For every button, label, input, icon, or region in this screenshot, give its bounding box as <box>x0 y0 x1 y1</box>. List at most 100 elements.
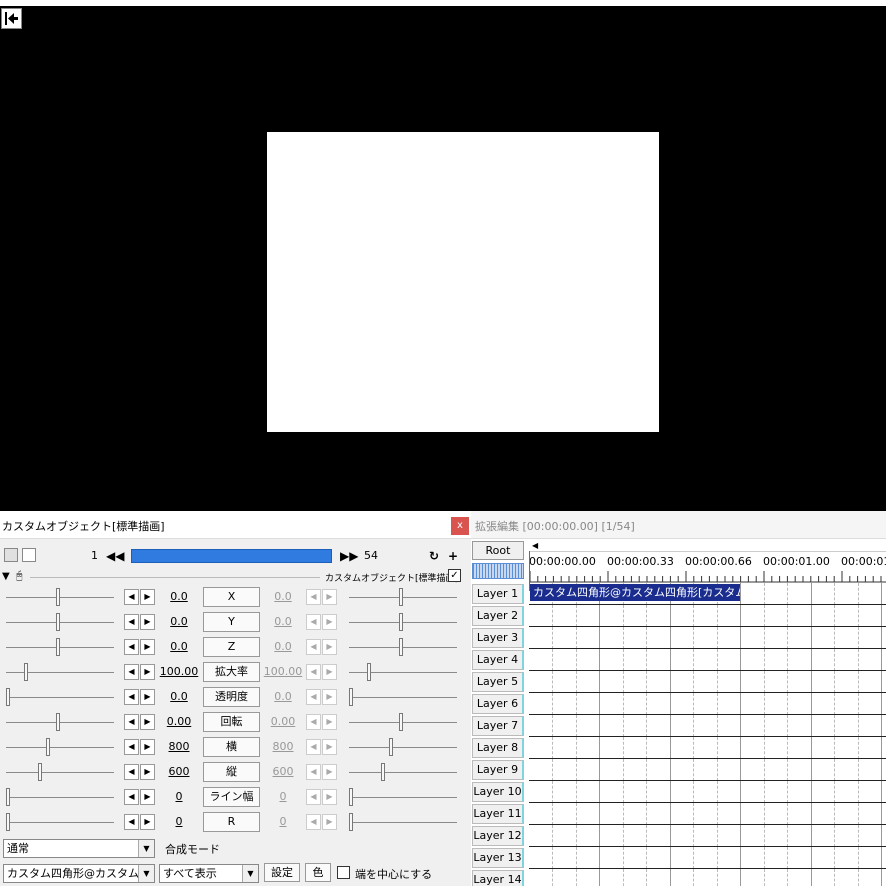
time-ruler[interactable] <box>529 571 886 583</box>
layer-label[interactable]: Layer 5 <box>472 672 524 692</box>
param-value-end[interactable]: 0.0 <box>261 590 305 603</box>
param-slider-right[interactable] <box>349 738 457 756</box>
layer-label[interactable]: Layer 14 <box>472 870 524 886</box>
slider-knob[interactable] <box>349 813 353 831</box>
param-name-button[interactable]: X <box>203 587 260 607</box>
layer-label[interactable]: Layer 6 <box>472 694 524 714</box>
timeline-clip[interactable]: カスタム四角形@カスタム四角形[カスタムオブ <box>530 584 740 601</box>
param-name-button[interactable]: ライン幅 <box>203 787 260 807</box>
layer-row[interactable]: Layer 10 <box>471 781 886 803</box>
layer-row[interactable]: Layer 13 <box>471 847 886 869</box>
increment-icon[interactable]: ▶ <box>140 764 155 780</box>
param-value-start[interactable]: 0 <box>157 790 201 803</box>
filter-icon[interactable] <box>4 548 18 562</box>
decrement-icon[interactable]: ◀ <box>124 814 139 830</box>
layer-row[interactable]: Layer 3 <box>471 627 886 649</box>
fast-forward-icon[interactable]: ▶▶ <box>340 548 358 564</box>
param-slider-left[interactable] <box>6 788 114 806</box>
decrement-icon[interactable]: ◀ <box>124 764 139 780</box>
layer-label[interactable]: Layer 2 <box>472 606 524 626</box>
param-value-end[interactable]: 800 <box>261 740 305 753</box>
decrement-icon[interactable]: ◀ <box>124 589 139 605</box>
layer-row[interactable]: Layer 11 <box>471 803 886 825</box>
layer-row[interactable]: Layer 9 <box>471 759 886 781</box>
param-value-start[interactable]: 800 <box>157 740 201 753</box>
param-name-button[interactable]: R <box>203 812 260 832</box>
camera-icon[interactable] <box>22 548 36 562</box>
slider-knob[interactable] <box>399 713 403 731</box>
increment-icon[interactable]: ▶ <box>140 639 155 655</box>
zoom-slider[interactable] <box>472 563 524 579</box>
slider-knob[interactable] <box>46 738 50 756</box>
param-value-start[interactable]: 0.0 <box>157 690 201 703</box>
slider-knob[interactable] <box>349 788 353 806</box>
slider-knob[interactable] <box>381 763 385 781</box>
param-value-end[interactable]: 0.0 <box>261 615 305 628</box>
layer-row[interactable]: Layer 7 <box>471 715 886 737</box>
slider-knob[interactable] <box>399 613 403 631</box>
increment-icon[interactable]: ▶ <box>322 764 337 780</box>
layer-label[interactable]: Layer 13 <box>472 848 524 868</box>
slider-knob[interactable] <box>6 813 10 831</box>
param-value-end[interactable]: 0.00 <box>261 715 305 728</box>
param-name-button[interactable]: 透明度 <box>203 687 260 707</box>
param-slider-left[interactable] <box>6 688 114 706</box>
param-slider-left[interactable] <box>6 813 114 831</box>
layer-label[interactable]: Layer 1 <box>472 584 524 604</box>
decrement-icon[interactable]: ◀ <box>124 614 139 630</box>
decrement-icon[interactable]: ◀ <box>306 739 321 755</box>
layer-row[interactable]: Layer 14 <box>471 869 886 886</box>
param-slider-left[interactable] <box>6 663 114 681</box>
layer-label[interactable]: Layer 9 <box>472 760 524 780</box>
slider-knob[interactable] <box>349 688 353 706</box>
decrement-icon[interactable]: ◀ <box>124 689 139 705</box>
increment-icon[interactable]: ▶ <box>140 589 155 605</box>
layer-label[interactable]: Layer 7 <box>472 716 524 736</box>
increment-icon[interactable]: ▶ <box>322 714 337 730</box>
increment-icon[interactable]: ▶ <box>140 614 155 630</box>
param-slider-left[interactable] <box>6 763 114 781</box>
decrement-icon[interactable]: ◀ <box>306 714 321 730</box>
slider-knob[interactable] <box>399 588 403 606</box>
collapse-icon[interactable]: ▼ <box>2 571 10 582</box>
param-slider-right[interactable] <box>349 613 457 631</box>
layer-label[interactable]: Layer 4 <box>472 650 524 670</box>
decrement-icon[interactable]: ◀ <box>306 639 321 655</box>
close-button[interactable]: x <box>451 517 469 535</box>
param-slider-right[interactable] <box>349 588 457 606</box>
rewind-icon[interactable]: ◀◀ <box>106 548 124 564</box>
color-button[interactable]: 色 <box>305 863 331 882</box>
increment-icon[interactable]: ▶ <box>322 739 337 755</box>
increment-icon[interactable]: ▶ <box>322 589 337 605</box>
decrement-icon[interactable]: ◀ <box>306 789 321 805</box>
decrement-icon[interactable]: ◀ <box>306 814 321 830</box>
param-value-start[interactable]: 0 <box>157 815 201 828</box>
increment-icon[interactable]: ▶ <box>140 664 155 680</box>
root-button[interactable]: Root <box>472 541 524 560</box>
slider-knob[interactable] <box>56 588 60 606</box>
scroll-left-icon[interactable]: ◀ <box>532 541 538 550</box>
layer-row[interactable]: Layer 1 カスタム四角形@カスタム四角形[カスタムオブ <box>471 583 886 605</box>
param-slider-right[interactable] <box>349 713 457 731</box>
param-value-start[interactable]: 600 <box>157 765 201 778</box>
add-icon[interactable]: + <box>445 548 461 564</box>
frame-range-bar[interactable] <box>131 549 332 563</box>
param-slider-right[interactable] <box>349 788 457 806</box>
increment-icon[interactable]: ▶ <box>140 789 155 805</box>
increment-icon[interactable]: ▶ <box>140 689 155 705</box>
slider-knob[interactable] <box>6 788 10 806</box>
slider-knob[interactable] <box>24 663 28 681</box>
layer-row[interactable]: Layer 5 <box>471 671 886 693</box>
decrement-icon[interactable]: ◀ <box>306 664 321 680</box>
blend-mode-select[interactable]: 通常 ▼ <box>3 839 155 858</box>
param-value-start[interactable]: 0.00 <box>157 715 201 728</box>
decrement-icon[interactable]: ◀ <box>306 689 321 705</box>
param-value-start[interactable]: 0.0 <box>157 590 201 603</box>
slider-knob[interactable] <box>56 638 60 656</box>
decrement-icon[interactable]: ◀ <box>306 589 321 605</box>
increment-icon[interactable]: ▶ <box>322 789 337 805</box>
param-name-button[interactable]: 横 <box>203 737 260 757</box>
slider-knob[interactable] <box>56 713 60 731</box>
increment-icon[interactable]: ▶ <box>140 739 155 755</box>
param-value-start[interactable]: 0.0 <box>157 640 201 653</box>
